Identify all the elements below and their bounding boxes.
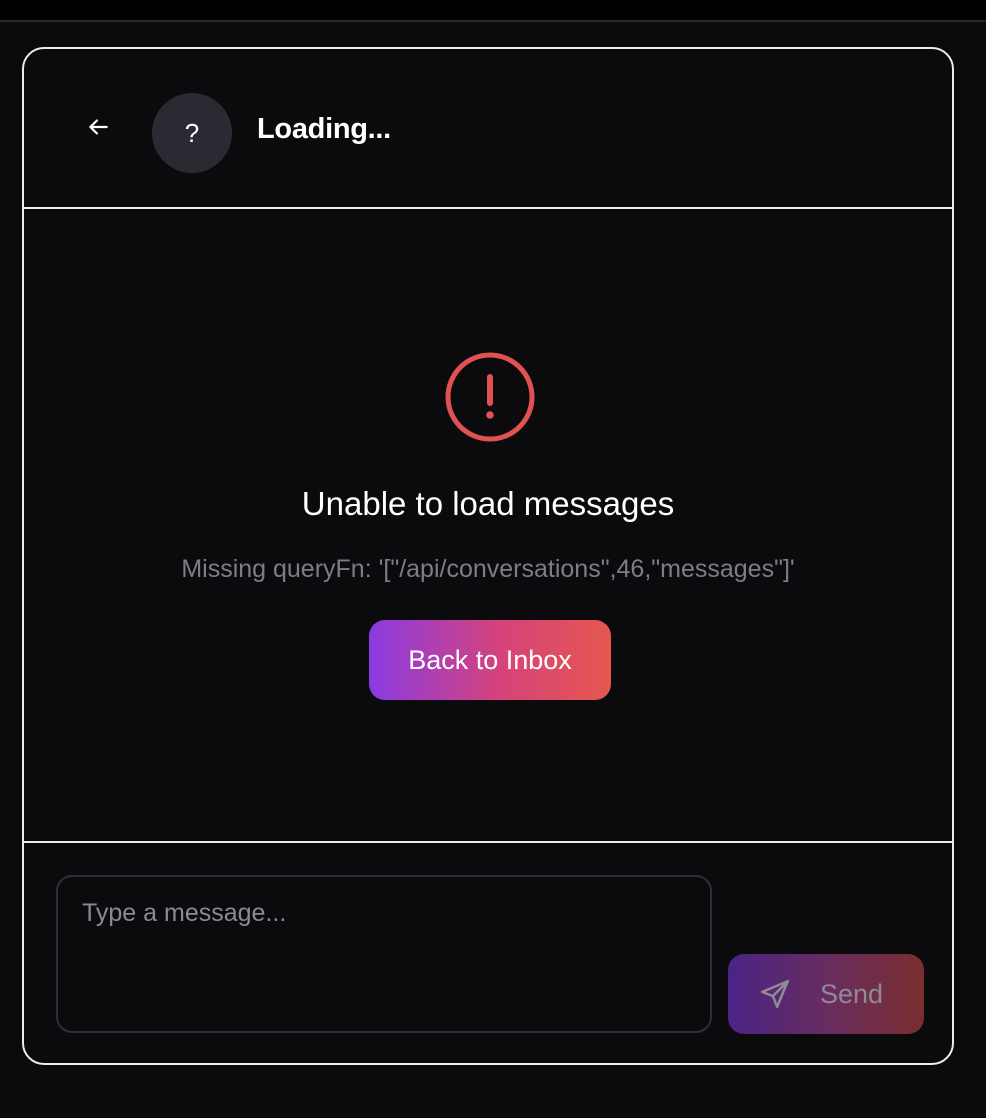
message-input[interactable] <box>56 875 712 1033</box>
messages-area: Unable to load messages Missing queryFn:… <box>24 209 952 843</box>
top-bar <box>0 0 986 22</box>
back-button[interactable] <box>80 109 116 145</box>
conversation-header: ? Loading... <box>24 49 952 209</box>
back-to-inbox-button[interactable]: Back to Inbox <box>369 620 611 700</box>
error-title: Unable to load messages <box>301 485 675 522</box>
conversation-title: Loading... <box>257 113 391 145</box>
alert-circle-icon <box>445 352 535 442</box>
error-detail: Missing queryFn: '["/api/conversations",… <box>181 555 795 583</box>
send-icon <box>760 979 790 1009</box>
avatar: ? <box>152 93 232 173</box>
send-label: Send <box>820 978 884 1009</box>
avatar-placeholder: ? <box>184 117 200 148</box>
arrow-left-icon <box>89 119 108 135</box>
back-to-inbox-label: Back to Inbox <box>408 644 572 675</box>
message-composer: Send <box>24 843 952 1063</box>
conversation-panel: ? Loading... Unable to load messages Mis… <box>22 47 954 1065</box>
send-button[interactable]: Send <box>728 954 924 1034</box>
